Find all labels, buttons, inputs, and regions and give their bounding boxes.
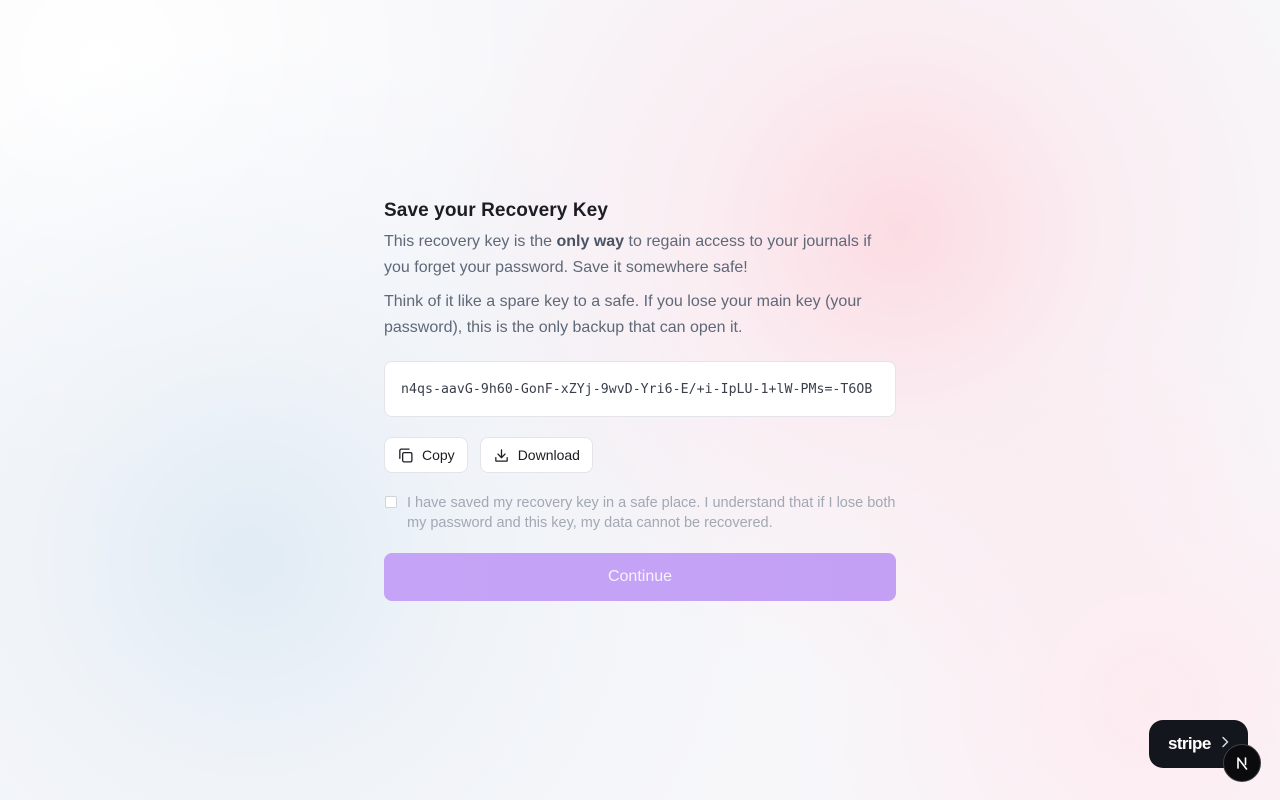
intro-text-start: This recovery key is the — [384, 233, 557, 250]
confirm-label[interactable]: I have saved my recovery key in a safe p… — [407, 493, 896, 533]
copy-icon — [397, 447, 414, 464]
recovery-key-panel: Save your Recovery Key This recovery key… — [384, 198, 896, 601]
intro-paragraph: This recovery key is the only way to reg… — [384, 229, 896, 281]
confirm-checkbox[interactable] — [385, 496, 397, 508]
download-icon — [493, 447, 510, 464]
continue-button[interactable]: Continue — [384, 553, 896, 601]
copy-button-label: Copy — [422, 447, 455, 463]
nextjs-logo-icon[interactable] — [1223, 744, 1261, 782]
confirm-row: I have saved my recovery key in a safe p… — [384, 493, 896, 533]
key-actions: Copy Download — [384, 437, 896, 473]
intro-emphasis: only way — [556, 233, 625, 250]
page-title: Save your Recovery Key — [384, 200, 608, 221]
download-button[interactable]: Download — [479, 437, 593, 473]
download-button-label: Download — [517, 447, 580, 463]
recovery-key-value[interactable]: n4qs-aavG-9h60-GonF-xZYj-9wvD-Yri6-E/+i-… — [401, 382, 872, 397]
stripe-logo: stripe — [1168, 734, 1211, 753]
analogy-paragraph: Think of it like a spare key to a safe. … — [384, 293, 862, 336]
recovery-key-field[interactable]: n4qs-aavG-9h60-GonF-xZYj-9wvD-Yri6-E/+i-… — [384, 361, 896, 417]
copy-button[interactable]: Copy — [384, 437, 468, 473]
